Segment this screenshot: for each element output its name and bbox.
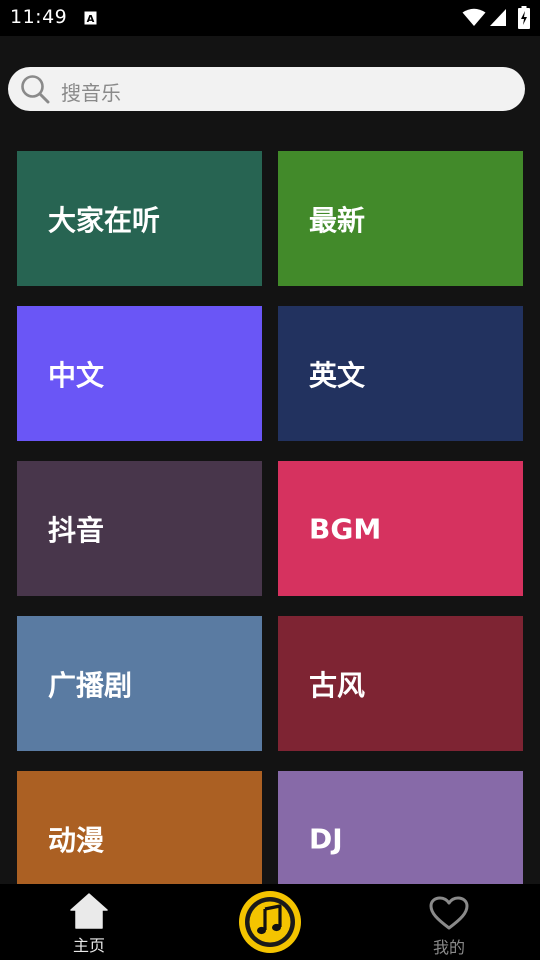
category-tile-label: 最新 xyxy=(309,203,366,237)
category-tile-latest[interactable]: 最新 xyxy=(278,151,523,286)
nav-home[interactable]: 主页 xyxy=(58,884,120,960)
music-note-icon xyxy=(239,891,301,953)
category-tile-label: 抖音 xyxy=(48,513,105,547)
category-tile-chinese[interactable]: 中文 xyxy=(17,306,262,441)
category-tile-label: 动漫 xyxy=(48,823,105,857)
player-button[interactable] xyxy=(237,889,303,955)
status-time: 11:49 xyxy=(10,6,68,28)
wifi-icon xyxy=(462,8,486,26)
home-icon xyxy=(70,893,108,929)
category-tile-bgm[interactable]: BGM xyxy=(278,461,523,596)
category-tile-ancient-style[interactable]: 古风 xyxy=(278,616,523,751)
category-tile-label: BGM xyxy=(309,512,382,545)
status-bar: 11:49 A xyxy=(0,0,540,36)
category-tile-english[interactable]: 英文 xyxy=(278,306,523,441)
a-notification-icon: A xyxy=(84,11,97,25)
battery-charging-icon xyxy=(518,6,530,29)
category-tile-douyin[interactable]: 抖音 xyxy=(17,461,262,596)
category-tile-label: 大家在听 xyxy=(48,203,161,237)
search-input[interactable]: 搜音乐 xyxy=(61,77,121,106)
category-tile-label: 古风 xyxy=(309,668,366,702)
signal-icon xyxy=(490,9,506,26)
nav-home-label: 主页 xyxy=(72,936,105,955)
svg-text:A: A xyxy=(87,14,95,25)
category-tile-radio-drama[interactable]: 广播剧 xyxy=(17,616,262,751)
category-tile-label: DJ xyxy=(309,822,343,855)
category-tile-label: 中文 xyxy=(48,358,105,392)
category-tile-label: 广播剧 xyxy=(48,668,133,702)
heart-icon xyxy=(429,896,469,930)
category-tile-trending[interactable]: 大家在听 xyxy=(17,151,262,286)
nav-mine[interactable]: 我的 xyxy=(418,884,480,960)
search-bar[interactable]: 搜音乐 xyxy=(8,67,525,111)
nav-mine-label: 我的 xyxy=(432,938,465,957)
category-tile-label: 英文 xyxy=(309,358,366,392)
search-icon xyxy=(21,75,50,104)
